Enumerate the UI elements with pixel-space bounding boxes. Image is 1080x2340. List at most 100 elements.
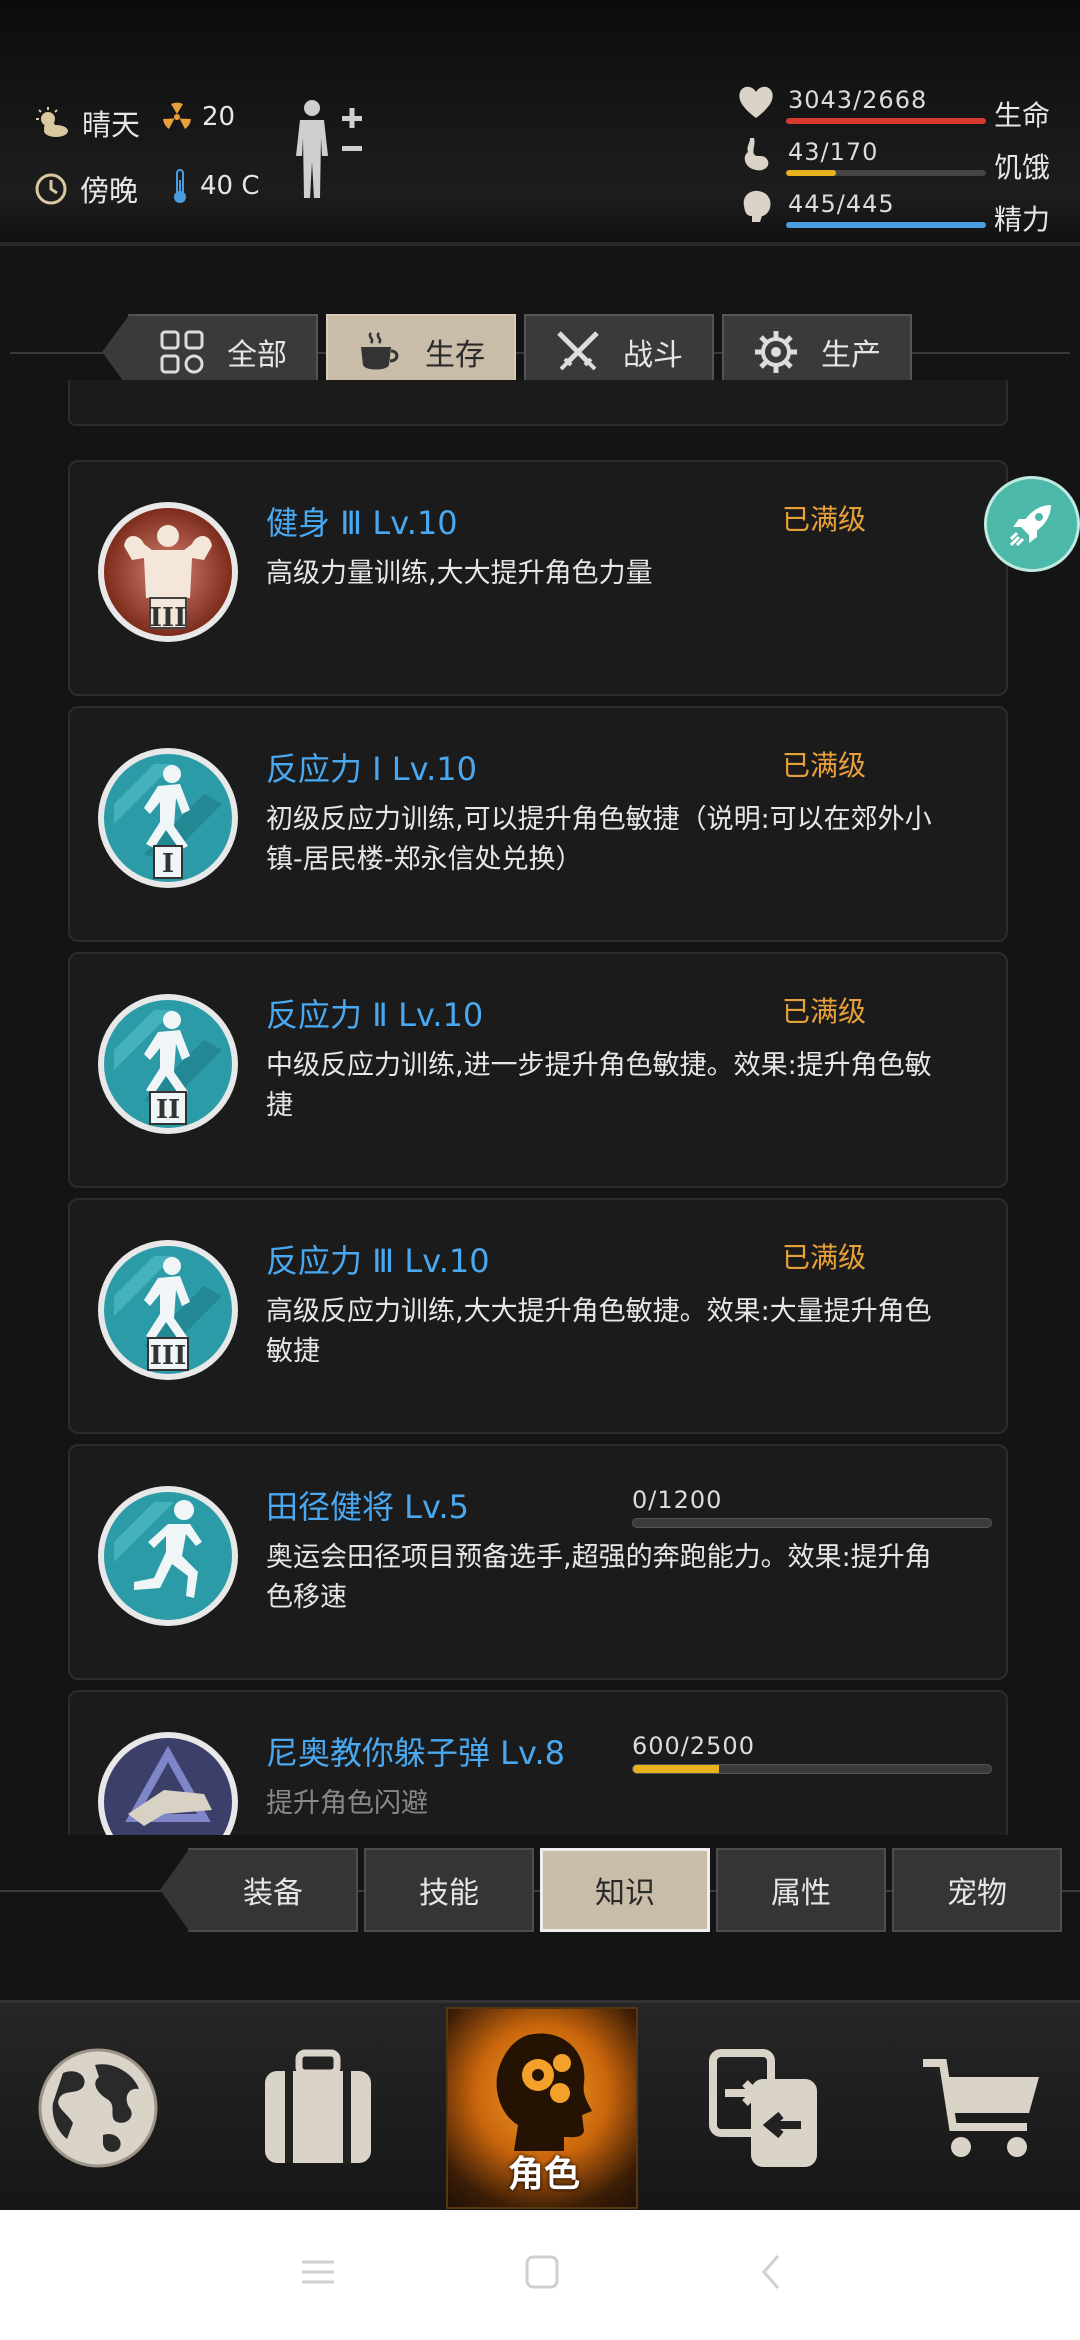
skill-title: 反应力 Ⅰ Lv.10	[266, 750, 477, 788]
skill-progress-bar	[632, 1764, 992, 1774]
bottom-nav: 角色	[0, 2000, 1080, 2210]
list-item[interactable]: III 反应力 Ⅲ Lv.10 已满级 高级反应力训练,大大提升角色敏捷。效果:…	[68, 1198, 1008, 1434]
tab-equipment-label: 装备	[243, 1876, 303, 1911]
vital-hunger: 43/170 饥饿	[736, 138, 1066, 188]
home-icon[interactable]	[522, 2252, 562, 2292]
skill-title: 健身 Ⅲ Lv.10	[266, 504, 458, 542]
svg-text:III: III	[150, 603, 187, 633]
grid-icon	[160, 330, 204, 374]
vital-energy: 445/445 精力	[736, 190, 1066, 240]
skill-title: 反应力 Ⅱ Lv.10	[266, 996, 484, 1034]
agility-icon: III	[98, 1240, 238, 1380]
skill-description: 高级反应力训练,大大提升角色敏捷。效果:大量提升角色敏捷	[266, 1296, 932, 1367]
sunny-cloud-icon	[36, 107, 68, 137]
tab-pets-label: 宠物	[947, 1876, 1007, 1911]
clock-icon	[35, 173, 67, 205]
list-item-previous	[68, 380, 1008, 426]
temperature-status: 40 C	[170, 168, 260, 204]
list-item[interactable]: II 反应力 Ⅱ Lv.10 已满级 中级反应力训练,进一步提升角色敏捷。效果:…	[68, 952, 1008, 1188]
skill-progress-value: 600/2500	[632, 1732, 755, 1760]
skill-title: 尼奥教你躲子弹 Lv.8	[266, 1734, 565, 1772]
skill-title: 田径健将 Lv.5	[266, 1488, 469, 1526]
coffee-icon	[361, 332, 399, 370]
energy-bar	[786, 222, 986, 228]
radiation-value: 20	[202, 102, 236, 132]
time-status: 傍晚	[34, 168, 138, 210]
skill-status: 已满级	[781, 503, 866, 536]
skill-list[interactable]: III 健身 Ⅲ Lv.10 已满级 高级力量训练,大大提升角色力量 I 反应力…	[68, 380, 1008, 1835]
stomach-icon	[744, 138, 769, 171]
tab-combat-label: 战斗	[623, 338, 683, 373]
tab-production[interactable]: 生产	[722, 314, 912, 390]
hunger-value: 43/170	[788, 138, 879, 166]
head-gears-icon	[496, 2033, 592, 2151]
nav-inventory[interactable]	[248, 2003, 388, 2213]
list-item[interactable]: 尼奥教你躲子弹 Lv.8 600/2500 提升角色闪避	[68, 1690, 1008, 1835]
brain-icon	[743, 190, 771, 222]
globe-icon	[38, 2048, 158, 2168]
radiation-status: 20	[162, 102, 235, 132]
tab-production-label: 生产	[821, 338, 881, 373]
weather-label: 晴天	[82, 108, 141, 142]
heart-icon	[739, 86, 773, 118]
hunger-label: 饥饿	[994, 151, 1051, 184]
back-icon[interactable]	[752, 2252, 792, 2292]
nav-world-map[interactable]	[28, 2003, 168, 2213]
body-status-icon[interactable]	[294, 98, 366, 202]
tab-skills-label: 技能	[419, 1876, 479, 1911]
health-value: 3043/2668	[788, 86, 928, 114]
health-label: 生命	[994, 99, 1051, 132]
nav-trade[interactable]	[694, 2003, 834, 2213]
energy-label: 精力	[994, 203, 1051, 236]
tab-attributes-label: 属性	[771, 1876, 831, 1911]
tab-combat[interactable]: 战斗	[524, 314, 714, 390]
tab-skills[interactable]: 技能	[364, 1848, 534, 1932]
tab-survival[interactable]: 生存	[326, 314, 516, 390]
tab-all-label: 全部	[227, 338, 287, 373]
suitcase-icon	[265, 2049, 371, 2163]
category-tabs: 全部 生存 战斗 生产	[102, 314, 912, 390]
dodge-icon	[98, 1732, 238, 1835]
radiation-icon	[163, 102, 191, 129]
gear-icon	[755, 331, 797, 373]
svg-text:III: III	[150, 1341, 187, 1371]
svg-text:I: I	[162, 849, 174, 879]
tab-survival-label: 生存	[425, 338, 485, 373]
tab-knowledge-label: 知识	[595, 1876, 655, 1911]
skill-status: 已满级	[781, 995, 866, 1028]
nav-shop[interactable]	[912, 2003, 1052, 2213]
tab-attributes[interactable]: 属性	[716, 1848, 886, 1932]
rocket-icon	[1009, 505, 1051, 547]
menu-icon[interactable]	[298, 2252, 338, 2292]
vital-health: 3043/2668 生命	[736, 86, 1066, 136]
list-item[interactable]: 田径健将 Lv.5 0/1200 奥运会田径项目预备选手,超强的奔跑能力。效果:…	[68, 1444, 1008, 1680]
energy-value: 445/445	[788, 190, 895, 218]
rocket-button[interactable]	[984, 476, 1080, 572]
list-item[interactable]: III 健身 Ⅲ Lv.10 已满级 高级力量训练,大大提升角色力量	[68, 460, 1008, 696]
sub-tabs: 装备 技能 知识 属性 宠物	[160, 1848, 1062, 1932]
skill-title: 反应力 Ⅲ Lv.10	[266, 1242, 490, 1280]
time-of-day-label: 傍晚	[80, 174, 139, 208]
list-item[interactable]: I 反应力 Ⅰ Lv.10 已满级 初级反应力训练,可以提升角色敏捷（说明:可以…	[68, 706, 1008, 942]
skill-progress-value: 0/1200	[632, 1486, 723, 1514]
tab-pets[interactable]: 宠物	[892, 1848, 1062, 1932]
tab-all[interactable]: 全部	[102, 314, 318, 390]
nav-character-label: 角色	[507, 2154, 580, 2195]
runner-icon	[98, 1486, 238, 1626]
svg-text:II: II	[156, 1095, 180, 1125]
skill-description: 高级力量训练,大大提升角色力量	[266, 558, 653, 589]
nav-character[interactable]: 角色	[446, 2007, 638, 2209]
skill-status: 已满级	[781, 1241, 866, 1274]
swords-icon	[557, 331, 599, 371]
tab-knowledge[interactable]: 知识	[540, 1848, 710, 1932]
weather-status: 晴天	[34, 102, 140, 144]
cart-icon	[923, 2059, 1039, 2157]
skill-progress-bar	[632, 1518, 992, 1528]
thermometer-icon	[174, 169, 186, 203]
skill-description: 提升角色闪避	[266, 1788, 428, 1819]
skill-progress: 600/2500	[632, 1732, 992, 1774]
hunger-bar	[786, 170, 986, 176]
skill-status: 已满级	[781, 749, 866, 782]
temperature-value: 40 C	[200, 171, 260, 201]
tab-equipment[interactable]: 装备	[160, 1848, 358, 1932]
